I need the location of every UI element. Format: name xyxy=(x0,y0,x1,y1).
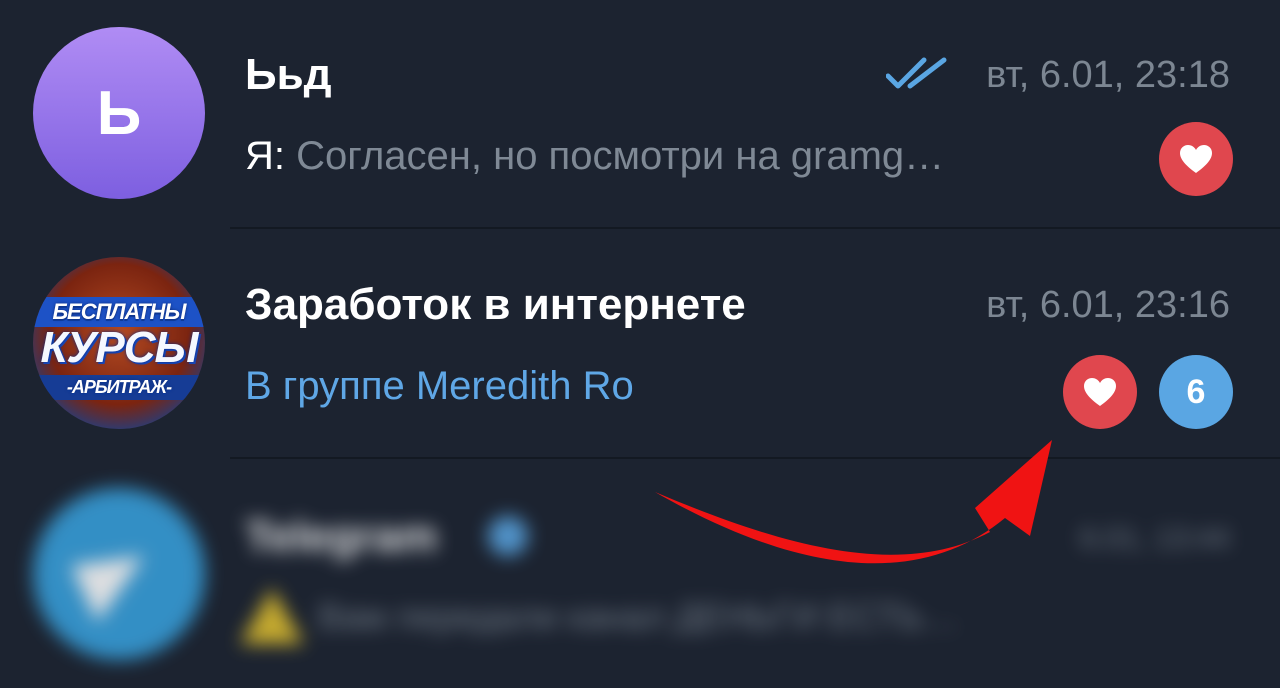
chat-title: Заработок в интернете xyxy=(245,280,746,329)
unread-count-badge: 6 xyxy=(1159,355,1233,429)
message-preview: Вам передали канал ДЕНЬГИ ЕСТЬ… xyxy=(318,596,959,637)
preview-sender: Я: xyxy=(245,134,285,178)
heart-icon xyxy=(1084,378,1116,406)
chat-time: 6.01, 13:44 xyxy=(1079,522,1230,555)
avatar[interactable]: Ь xyxy=(33,27,205,199)
chat-title: Ььд xyxy=(245,50,332,99)
message-preview: Я: Согласен, но посмотри на gramg… xyxy=(245,134,944,179)
double-check-icon xyxy=(886,57,947,89)
telegram-plane-icon xyxy=(71,536,161,622)
reaction-badge[interactable] xyxy=(1159,122,1233,196)
avatar[interactable] xyxy=(33,488,205,660)
avatar[interactable]: БЕСПЛАТНЫ КУРСЫ -АРБИТРАЖ- xyxy=(33,257,205,429)
preview-text: Согласен, но посмотри на gramg… xyxy=(285,134,945,178)
chat-list-screen: Ь Ььд вт, 6.01, 23:18 Я: Согласен, но по… xyxy=(0,0,1280,688)
chat-time: вт, 6.01, 23:16 xyxy=(986,284,1230,326)
avatar-text-line: КУРСЫ xyxy=(40,323,199,372)
chat-title: Telegram xyxy=(245,512,438,561)
heart-icon xyxy=(1180,145,1212,173)
chat-item-bd[interactable]: Ь Ььд вт, 6.01, 23:18 Я: Согласен, но по… xyxy=(0,0,1280,230)
message-preview: В группе Meredith Ro xyxy=(245,364,634,408)
warning-icon xyxy=(240,588,304,644)
chat-item-telegram[interactable]: Telegram 6.01, 13:44 Вам передали канал … xyxy=(0,460,1280,688)
avatar-text-line: -АРБИТРАЖ- xyxy=(33,375,205,400)
verified-icon xyxy=(488,516,528,556)
reaction-badge[interactable] xyxy=(1063,355,1137,429)
chat-item-earnings[interactable]: БЕСПЛАТНЫ КУРСЫ -АРБИТРАЖ- Заработок в и… xyxy=(0,230,1280,460)
divider xyxy=(230,227,1280,229)
chat-time: вт, 6.01, 23:18 xyxy=(986,54,1230,96)
avatar-initial: Ь xyxy=(96,78,142,148)
divider xyxy=(230,457,1280,459)
